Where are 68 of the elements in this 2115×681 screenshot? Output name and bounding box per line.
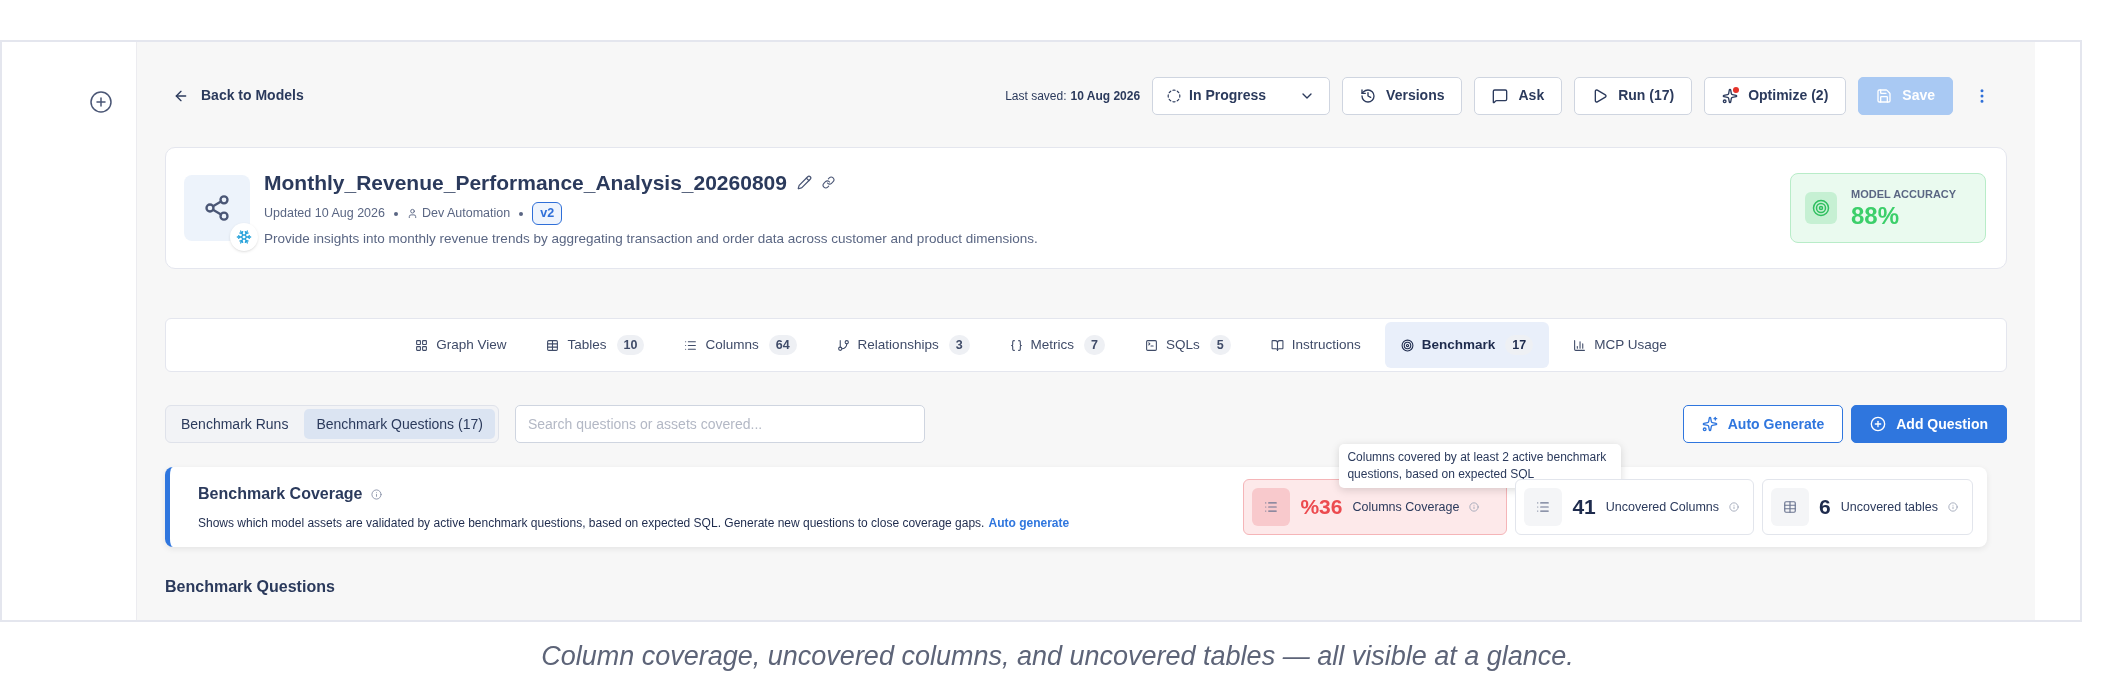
tab[interactable]: Metrics 7: [993, 322, 1122, 368]
auto-generate-button[interactable]: Auto Generate: [1682, 405, 1844, 443]
edit-icon[interactable]: [796, 175, 812, 190]
segment-tab[interactable]: Benchmark Runs: [169, 409, 301, 439]
model-description: Provide insights into monthly revenue trends by aggregating transaction and order data across customer and product dimensions.: [264, 230, 1038, 248]
last-saved-label: Last saved:: [1005, 87, 1067, 105]
status-dropdown[interactable]: In Progress: [1152, 76, 1331, 115]
user-icon: [406, 208, 418, 220]
play-icon: [1592, 87, 1609, 104]
segment-tab[interactable]: Benchmark Questions (17): [304, 409, 495, 439]
book-icon: [1270, 338, 1284, 352]
branch-icon: [836, 338, 850, 352]
tab[interactable]: Columns 64: [668, 322, 813, 368]
columns-icon: [684, 338, 698, 352]
stat-value: %36: [1300, 494, 1343, 521]
add-question-button[interactable]: Add Question: [1851, 405, 2007, 443]
snowflake-icon: [236, 229, 252, 245]
author-name: Dev Automation: [421, 205, 511, 223]
accuracy-value: 88%: [1851, 202, 1901, 231]
columns-icon: [1264, 500, 1279, 514]
tab[interactable]: SQLs 5: [1129, 322, 1247, 368]
table-icon: [1783, 500, 1798, 514]
model-title: Monthly_Revenue_Performance_Analysis_20260809: [264, 169, 787, 196]
graph-icon: [203, 194, 231, 222]
stat-value: 6: [1819, 494, 1831, 521]
grid-icon: [415, 338, 429, 352]
sparkle-icon: [1701, 416, 1718, 432]
versions-button[interactable]: Versions: [1342, 76, 1463, 115]
section-title: Benchmark Questions: [165, 577, 336, 597]
auto-generate-link[interactable]: Auto generate: [988, 514, 1070, 532]
braces-icon: [1009, 338, 1023, 352]
back-link[interactable]: Back to Models: [173, 85, 304, 106]
tab[interactable]: MCP Usage: [1557, 322, 1683, 368]
version-badge: v2: [532, 202, 563, 225]
terminal-icon: [1145, 338, 1159, 352]
tab[interactable]: Relationships 3: [820, 322, 986, 368]
save-icon: [1876, 87, 1893, 104]
coverage-title: Benchmark Coverage: [198, 484, 363, 504]
optimize-button[interactable]: Optimize (2): [1704, 76, 1847, 115]
tab[interactable]: Graph View: [399, 322, 523, 368]
plus-circle-icon: [1870, 416, 1887, 432]
link-icon[interactable]: [821, 176, 835, 189]
coverage-description: Shows which model assets are validated by active benchmark questions, based on expected SQL. Generate new questions to close coverage gaps.: [198, 515, 985, 532]
last-saved-date: 10 Aug 2026: [1070, 87, 1141, 105]
dashed-circle-icon: [1167, 88, 1182, 103]
search-field[interactable]: Search questions or assets covered...: [514, 405, 925, 443]
ask-button[interactable]: Ask: [1474, 76, 1563, 115]
target-icon: [1812, 199, 1830, 217]
bar-chart-icon: [1573, 338, 1587, 352]
stat-label: Columns Coverage: [1352, 498, 1460, 516]
accuracy-label: MODEL ACCURACY: [1851, 186, 1957, 202]
table-icon: [546, 338, 560, 352]
run-button[interactable]: Run (17): [1574, 76, 1693, 115]
tab[interactable]: Tables 10: [530, 322, 661, 368]
info-icon[interactable]: [370, 488, 382, 500]
stat-label: Uncovered tables: [1840, 498, 1938, 516]
chat-icon: [1492, 87, 1509, 104]
stat-value: 41: [1572, 494, 1596, 521]
tab[interactable]: Benchmark 17: [1384, 322, 1550, 368]
updated-date: Updated 10 Aug 2026: [264, 205, 385, 223]
stat-label: Uncovered Columns: [1605, 498, 1720, 516]
tooltip: Columns covered by at least 2 active benchmark questions, based on expected SQL: [1339, 444, 1622, 488]
tab[interactable]: Instructions: [1254, 322, 1377, 368]
columns-icon: [1536, 500, 1551, 514]
target-icon: [1400, 338, 1414, 352]
add-icon[interactable]: [89, 90, 113, 114]
history-icon: [1360, 87, 1377, 104]
caption: Column coverage, uncovered columns, and uncovered tables — all visible at a glance.: [541, 640, 1574, 673]
